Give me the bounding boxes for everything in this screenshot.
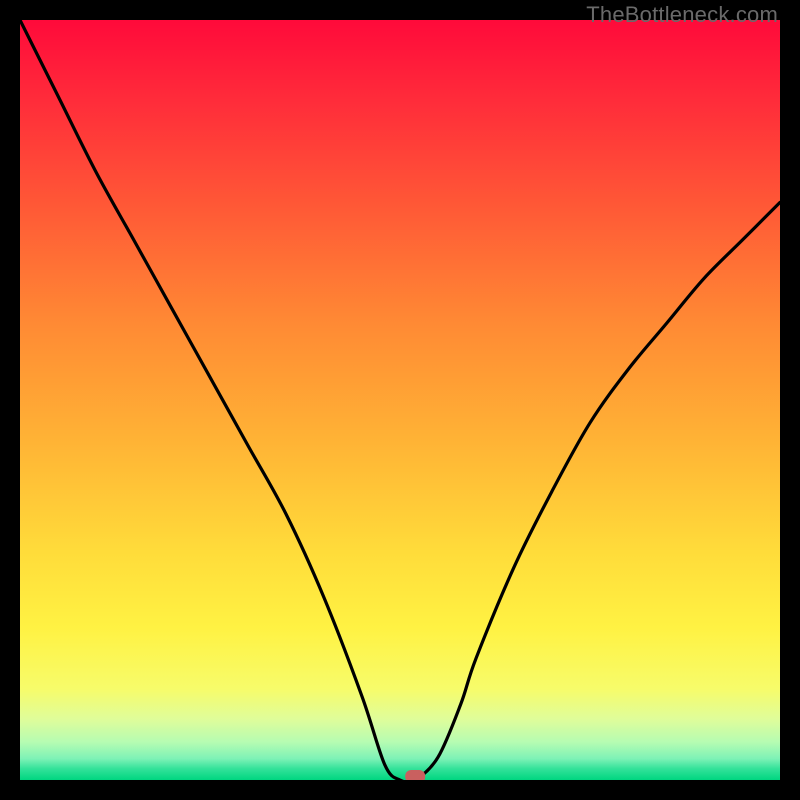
watermark: TheBottleneck.com — [586, 2, 778, 28]
chart-container: TheBottleneck.com — [0, 0, 800, 800]
optimal-marker — [405, 770, 425, 780]
chart-svg — [20, 20, 780, 780]
plot-area — [20, 20, 780, 780]
plot-background — [20, 20, 780, 780]
